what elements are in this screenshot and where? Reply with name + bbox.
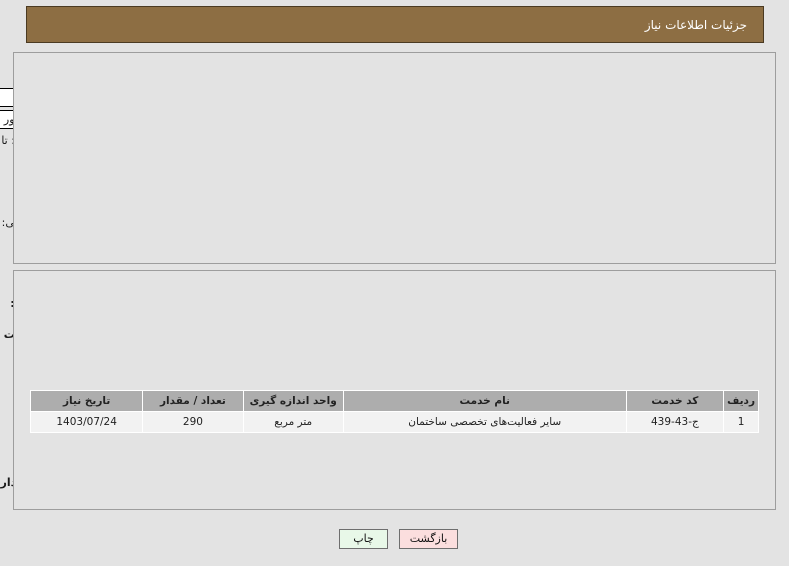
- col-header-name: نام خدمت: [342, 390, 627, 412]
- col-header-unit: واحد اندازه گیری: [242, 390, 344, 412]
- cell-name: سایر فعالیت‌های تخصصی ساختمان: [342, 411, 627, 433]
- need-info-panel: [13, 52, 776, 264]
- print-button[interactable]: چاپ: [339, 529, 388, 549]
- back-button[interactable]: بازگشت: [399, 529, 458, 549]
- table-header-row: ردیف کد خدمت نام خدمت واحد اندازه گیری ت…: [29, 390, 759, 412]
- cell-quantity: 290: [142, 411, 244, 433]
- col-header-code: کد خدمت: [625, 390, 725, 412]
- cell-code: ج-43-439: [625, 411, 725, 433]
- col-header-quantity: تعداد / مقدار: [142, 390, 244, 412]
- table-row: 1 ج-43-439 سایر فعالیت‌های تخصصی ساختمان…: [29, 411, 759, 433]
- page-title: جزئیات اطلاعات نیاز: [644, 18, 747, 32]
- col-header-date: تاریخ نیاز: [29, 390, 144, 412]
- services-table: ردیف کد خدمت نام خدمت واحد اندازه گیری ت…: [29, 390, 759, 433]
- col-header-radif: ردیف: [723, 390, 759, 412]
- cell-date: 1403/07/24: [29, 411, 144, 433]
- window-header: جزئیات اطلاعات نیاز: [26, 6, 764, 43]
- cell-unit: متر مربع: [242, 411, 344, 433]
- cell-radif: 1: [723, 411, 759, 433]
